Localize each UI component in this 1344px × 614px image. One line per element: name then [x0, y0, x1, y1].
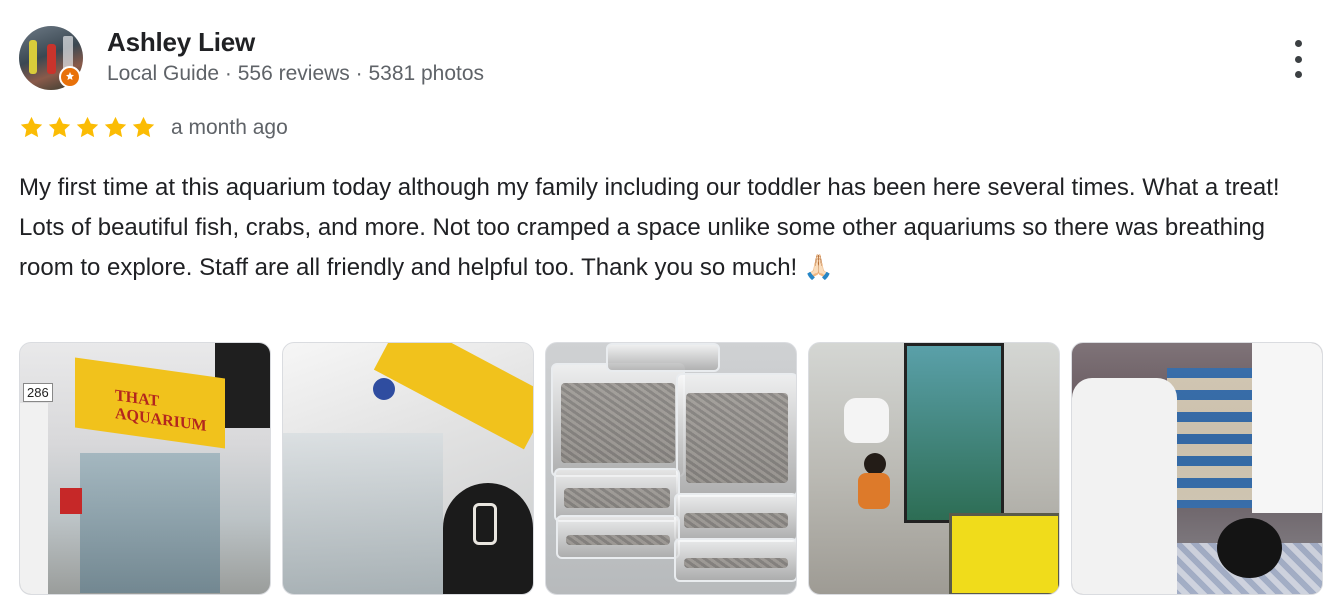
review-text: My first time at this aquarium today alt… — [19, 174, 1280, 281]
star-rating — [18, 114, 157, 142]
review-photo-tanks[interactable] — [1071, 342, 1323, 595]
storefront-sign-text: THAT AQUARIUM — [115, 387, 207, 435]
more-options-icon[interactable] — [1287, 40, 1309, 78]
reviewer-name[interactable]: Ashley Liew — [107, 27, 255, 58]
reviewer-meta: Local Guide · 556 reviews · 5381 photos — [107, 62, 485, 85]
review-photo-tubs[interactable] — [545, 342, 797, 595]
review-photo-entrance[interactable] — [282, 342, 534, 595]
star-icon — [76, 116, 99, 138]
local-guide-badge-icon — [59, 66, 81, 88]
unit-number-label: 286 — [23, 383, 53, 402]
review-photo-storefront[interactable]: THAT AQUARIUM 286 — [19, 342, 271, 595]
review-date: a month ago — [171, 116, 288, 139]
star-icon — [20, 116, 43, 138]
review-photos: THAT AQUARIUM 286 — [19, 342, 1323, 595]
star-icon — [132, 116, 155, 138]
star-icon — [48, 116, 71, 138]
star-icon — [104, 116, 127, 138]
review-photo-toddler[interactable] — [808, 342, 1060, 595]
